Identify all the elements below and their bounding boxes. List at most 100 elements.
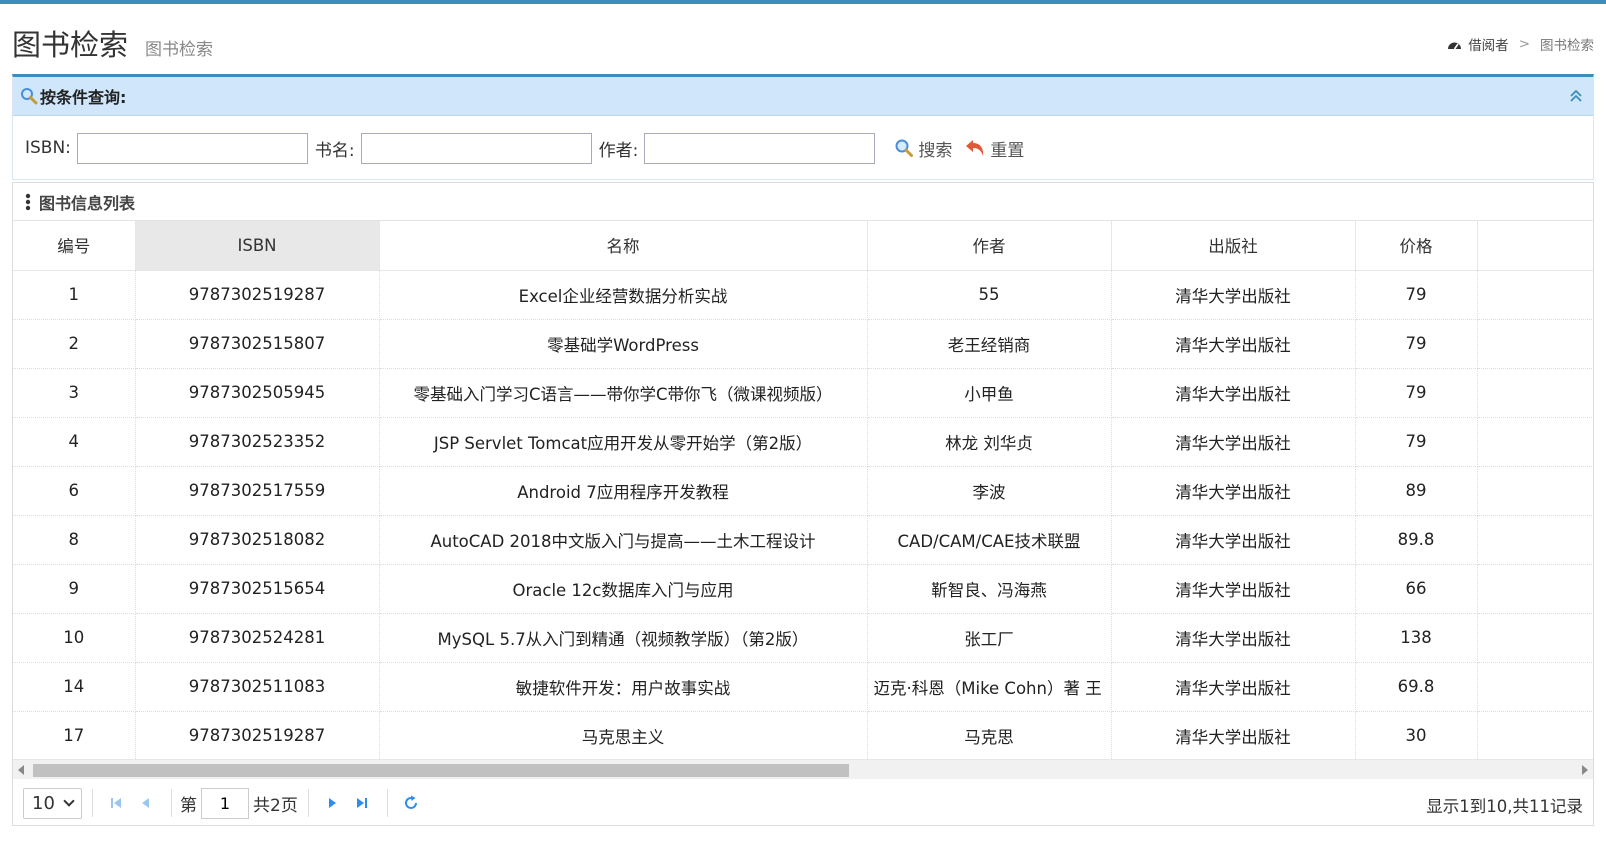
book-name-input[interactable] (360, 132, 592, 164)
cell-author: 小甲鱼 (867, 368, 1112, 418)
cell-author: 张工厂 (867, 613, 1112, 663)
cell-extra (1477, 613, 1593, 663)
cell-price: 89 (1355, 466, 1478, 516)
table-row[interactable]: 17 9787302519287 马克思主义 马克思 清华大学出版社 30 (13, 711, 1593, 759)
page-title: 图书检索 (12, 28, 129, 62)
cell-publisher: 清华大学出版社 (1111, 270, 1356, 320)
cell-author: 老王经销商 (867, 319, 1112, 369)
author-label: 作者: (598, 140, 639, 161)
breadcrumb: 借阅者 > 图书检索 (1447, 34, 1594, 54)
page-total-label: 共2页 (253, 795, 298, 816)
cell-price: 30 (1355, 711, 1478, 759)
cell-author: 迈克·科恩（Mike Cohn）著 王 (867, 662, 1112, 712)
pager-separator (307, 789, 309, 817)
cell-price: 79 (1355, 417, 1478, 467)
cell-id: 9 (13, 564, 136, 614)
author-input[interactable] (644, 132, 876, 164)
dashboard-icon (1448, 42, 1462, 49)
cell-extra (1477, 466, 1593, 516)
table-row[interactable]: 3 9787302505945 零基础入门学习C语言——带你学C带你飞（微课视频… (13, 368, 1593, 418)
cell-name: Excel企业经营数据分析实战 (379, 270, 868, 320)
table-row[interactable]: 14 9787302511083 敏捷软件开发：用户故事实战 迈克·科恩（Mik… (13, 662, 1593, 712)
scroll-left-arrow-icon[interactable] (18, 765, 24, 775)
cell-price: 79 (1355, 270, 1478, 320)
table-row[interactable]: 9 9787302515654 Oracle 12c数据库入门与应用 靳智良、冯… (13, 564, 1593, 614)
cell-isbn: 9787302523352 (135, 417, 380, 467)
breadcrumb-home[interactable]: 借阅者 (1468, 34, 1509, 54)
column-header-author[interactable]: 作者 (867, 221, 1112, 271)
refresh-icon (404, 795, 417, 809)
cell-id: 8 (13, 515, 136, 565)
search-panel-title: 按条件查询: (40, 88, 127, 107)
cell-name: AutoCAD 2018中文版入门与提高——土木工程设计 (379, 515, 868, 565)
prev-page-button[interactable] (131, 788, 161, 818)
search-form: ISBN: 书名: 作者: 搜索 重置 (13, 116, 1593, 180)
cell-isbn: 9787302511083 (135, 662, 380, 712)
page-number-input[interactable] (201, 787, 249, 819)
cell-name: 马克思主义 (379, 711, 868, 759)
column-header-id[interactable]: 编号 (13, 221, 136, 271)
cell-extra (1477, 270, 1593, 320)
cell-publisher: 清华大学出版社 (1111, 319, 1356, 369)
cell-price: 79 (1355, 368, 1478, 418)
next-page-button[interactable] (317, 788, 347, 818)
breadcrumb-separator: > (1518, 36, 1530, 52)
isbn-input[interactable] (76, 132, 308, 164)
cell-name: 零基础学WordPress (379, 319, 868, 369)
prev-page-icon (142, 798, 149, 808)
cell-author: 李波 (867, 466, 1112, 516)
book-list-title: 图书信息列表 (39, 193, 136, 213)
cell-publisher: 清华大学出版社 (1111, 711, 1356, 759)
search-button-label: 搜索 (918, 140, 953, 161)
cell-extra (1477, 711, 1593, 759)
cell-id: 1 (13, 270, 136, 320)
cell-price: 89.8 (1355, 515, 1478, 565)
column-header-price[interactable]: 价格 (1355, 221, 1478, 271)
book-table-container: 编号 ISBN 名称 作者 出版社 价格 1 9787302519287 Exc… (13, 221, 1593, 759)
vertical-dots-icon (25, 193, 31, 210)
column-header-name[interactable]: 名称 (379, 221, 868, 271)
cell-author: 靳智良、冯海燕 (867, 564, 1112, 614)
cell-publisher: 清华大学出版社 (1111, 613, 1356, 663)
table-row[interactable]: 8 9787302518082 AutoCAD 2018中文版入门与提高——土木… (13, 515, 1593, 565)
last-page-icon (356, 798, 367, 808)
first-page-button[interactable] (101, 788, 131, 818)
cell-name: Oracle 12c数据库入门与应用 (379, 564, 868, 614)
cell-isbn: 9787302518082 (135, 515, 380, 565)
table-row[interactable]: 6 9787302517559 Android 7应用程序开发教程 李波 清华大… (13, 466, 1593, 516)
column-header-publisher[interactable]: 出版社 (1111, 221, 1356, 271)
table-row[interactable]: 4 9787302523352 JSP Servlet Tomcat应用开发从零… (13, 417, 1593, 467)
cell-isbn: 9787302524281 (135, 613, 380, 663)
search-icon (21, 88, 38, 105)
refresh-button[interactable] (396, 788, 426, 818)
page-size-value: 10 (32, 792, 55, 814)
page-subtitle: 图书检索 (145, 40, 213, 60)
pagination-info: 显示1到10,共11记录 (1426, 797, 1583, 816)
cell-id: 10 (13, 613, 136, 663)
cell-isbn: 9787302505945 (135, 368, 380, 418)
column-header-isbn[interactable]: ISBN (135, 221, 380, 271)
cell-author: 林龙 刘华贞 (867, 417, 1112, 467)
collapse-icon[interactable] (1569, 89, 1583, 103)
cell-id: 17 (13, 711, 136, 759)
scrollbar-thumb[interactable] (33, 764, 849, 777)
cell-name: MySQL 5.7从入门到精通（视频教学版）（第2版） (379, 613, 868, 663)
book-table: 编号 ISBN 名称 作者 出版社 价格 1 9787302519287 Exc… (13, 221, 1593, 759)
scroll-right-arrow-icon[interactable] (1582, 765, 1588, 775)
cell-name: 零基础入门学习C语言——带你学C带你飞（微课视频版） (379, 368, 868, 418)
search-button[interactable]: 搜索 (894, 136, 952, 161)
magnifier-icon (895, 139, 914, 157)
page-size-select[interactable]: 10 (23, 787, 82, 819)
cell-price: 138 (1355, 613, 1478, 663)
cell-publisher: 清华大学出版社 (1111, 662, 1356, 712)
cell-name: JSP Servlet Tomcat应用开发从零开始学（第2版） (379, 417, 868, 467)
pagination-bar: 10 第 共2页 (13, 780, 1593, 826)
horizontal-scrollbar[interactable] (13, 759, 1593, 779)
reset-button[interactable]: 重置 (964, 136, 1024, 161)
cell-name: Android 7应用程序开发教程 (379, 466, 868, 516)
table-row[interactable]: 10 9787302524281 MySQL 5.7从入门到精通（视频教学版）（… (13, 613, 1593, 663)
last-page-button[interactable] (347, 788, 377, 818)
cell-publisher: 清华大学出版社 (1111, 368, 1356, 418)
table-row[interactable]: 2 9787302515807 零基础学WordPress 老王经销商 清华大学… (13, 319, 1593, 369)
table-row[interactable]: 1 9787302519287 Excel企业经营数据分析实战 55 清华大学出… (13, 270, 1593, 320)
